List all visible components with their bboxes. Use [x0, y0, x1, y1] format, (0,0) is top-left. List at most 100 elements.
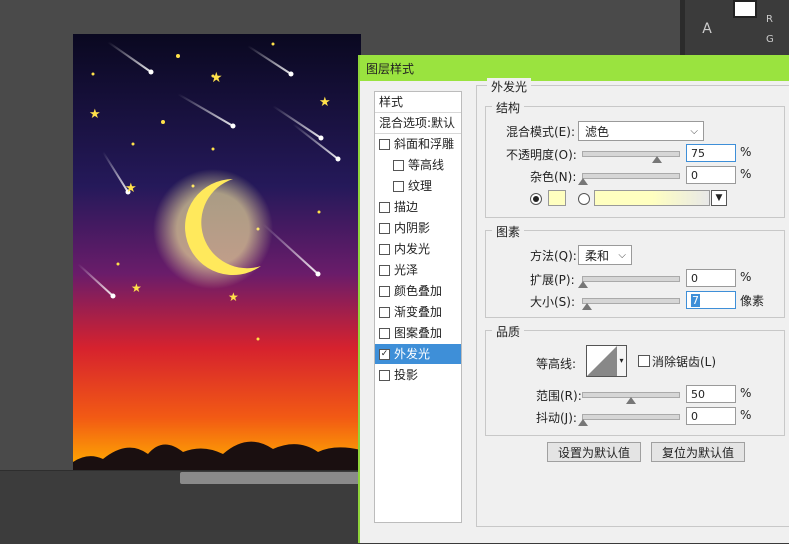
style-list-label: 光泽: [394, 263, 419, 277]
contour-curve-icon: [587, 346, 617, 376]
range-slider-thumb[interactable]: [626, 397, 636, 404]
style-list-item[interactable]: 内阴影: [375, 218, 461, 238]
quality-title: 品质: [492, 323, 525, 340]
color-channel-g-label: G: [766, 34, 774, 45]
canvas-artwork[interactable]: ★ ★ ★ ★ ★ ★: [73, 34, 361, 470]
text-tool-icon[interactable]: A: [698, 20, 716, 38]
reset-default-button[interactable]: 复位为默认值: [651, 442, 745, 462]
style-list-item[interactable]: ✓ 外发光: [375, 344, 461, 364]
opacity-slider-thumb[interactable]: [652, 156, 662, 163]
elements-title: 图素: [492, 223, 525, 240]
style-list-label: 描边: [394, 200, 419, 214]
opacity-unit: %: [740, 145, 752, 159]
style-list-label: 颜色叠加: [394, 284, 443, 298]
contour-dropdown-icon[interactable]: ▾: [617, 345, 627, 377]
spread-slider[interactable]: [582, 276, 680, 282]
range-label: 范围(R):: [536, 389, 582, 403]
blend-mode-select[interactable]: 滤色 ⌵: [578, 121, 704, 141]
style-list-item[interactable]: 混合选项:默认: [375, 113, 461, 134]
opacity-label: 不透明度(O):: [506, 148, 577, 162]
panel-divider: [680, 0, 685, 60]
svg-text:★: ★: [131, 281, 142, 295]
style-checkbox[interactable]: [379, 223, 390, 234]
outer-glow-panel: 外发光 结构 混合模式(E): 滤色 ⌵ 不透明度(O): 75 % 杂色(N)…: [476, 78, 789, 527]
gradient-radio[interactable]: [578, 193, 590, 205]
style-list-item[interactable]: 投影: [375, 365, 461, 385]
style-checkbox[interactable]: [379, 307, 390, 318]
noise-unit: %: [740, 167, 752, 181]
style-list-item[interactable]: 颜色叠加: [375, 281, 461, 301]
style-list-item[interactable]: 光泽: [375, 260, 461, 280]
style-list-item[interactable]: 斜面和浮雕: [375, 134, 461, 154]
style-list-label: 内阴影: [394, 221, 431, 235]
spread-slider-thumb[interactable]: [578, 281, 588, 288]
horizontal-scrollbar[interactable]: [180, 472, 360, 484]
layer-style-dialog: 图层样式 样式混合选项:默认斜面和浮雕等高线纹理描边内阴影内发光光泽颜色叠加渐变…: [358, 55, 789, 543]
size-slider-thumb[interactable]: [582, 303, 592, 310]
size-label: 大小(S):: [530, 295, 576, 309]
style-list-label: 外发光: [394, 347, 431, 361]
quality-group: 品质 等高线: ▾ 消除锯齿(L) 范围(R): 50 % 抖动(J): 0 %: [485, 323, 785, 436]
spread-unit: %: [740, 270, 752, 284]
spread-input[interactable]: 0: [686, 269, 736, 287]
technique-select[interactable]: 柔和 ⌵: [578, 245, 632, 265]
svg-text:★: ★: [89, 107, 101, 122]
gradient-dropdown-icon[interactable]: ▼: [711, 190, 727, 206]
foreground-color-swatch[interactable]: [733, 0, 757, 18]
jitter-slider[interactable]: [582, 414, 680, 420]
style-list-item[interactable]: 图案叠加: [375, 323, 461, 343]
elements-group: 图素 方法(Q): 柔和 ⌵ 扩展(P): 0 % 大小(S): 7 像素: [485, 223, 785, 318]
size-slider[interactable]: [582, 298, 680, 304]
svg-text:★: ★: [319, 95, 331, 110]
jitter-label: 抖动(J):: [536, 411, 577, 425]
svg-text:★: ★: [210, 70, 223, 86]
opacity-slider[interactable]: [582, 151, 680, 157]
style-checkbox[interactable]: [379, 202, 390, 213]
style-checkbox[interactable]: ✓: [379, 349, 390, 360]
style-list-label: 渐变叠加: [394, 305, 443, 319]
noise-input[interactable]: 0: [686, 166, 736, 184]
style-checkbox[interactable]: [393, 160, 404, 171]
glow-color-swatch[interactable]: [548, 190, 566, 206]
noise-slider-thumb[interactable]: [578, 178, 588, 185]
solid-color-radio[interactable]: [530, 193, 542, 205]
dialog-title: 图层样式: [366, 62, 415, 76]
style-list: 样式混合选项:默认斜面和浮雕等高线纹理描边内阴影内发光光泽颜色叠加渐变叠加图案叠…: [374, 91, 462, 523]
style-list-item[interactable]: 内发光: [375, 239, 461, 259]
style-list-item[interactable]: 样式: [375, 92, 461, 113]
jitter-slider-thumb[interactable]: [578, 419, 588, 426]
antialias-label: 消除锯齿(L): [652, 355, 717, 369]
style-checkbox[interactable]: [379, 370, 390, 381]
spread-label: 扩展(P):: [530, 273, 575, 287]
chevron-down-icon: ⌵: [690, 126, 698, 137]
style-list-label: 样式: [379, 95, 404, 109]
noise-slider[interactable]: [582, 173, 680, 179]
glow-gradient-picker[interactable]: ▼: [594, 190, 727, 206]
style-list-item[interactable]: 纹理: [375, 176, 461, 196]
opacity-input[interactable]: 75: [686, 144, 736, 162]
style-checkbox[interactable]: [379, 286, 390, 297]
style-checkbox[interactable]: [379, 265, 390, 276]
size-input[interactable]: 7: [686, 291, 736, 309]
make-default-button[interactable]: 设置为默认值: [547, 442, 641, 462]
style-list-label: 内发光: [394, 242, 431, 256]
chevron-down-icon: ⌵: [618, 250, 626, 261]
dialog-title-bar[interactable]: 图层样式: [360, 55, 789, 81]
contour-preview[interactable]: [586, 345, 618, 377]
jitter-input[interactable]: 0: [686, 407, 736, 425]
style-list-item[interactable]: 等高线: [375, 155, 461, 175]
style-list-item[interactable]: 渐变叠加: [375, 302, 461, 322]
style-list-item[interactable]: 描边: [375, 197, 461, 217]
style-list-label: 斜面和浮雕: [394, 137, 455, 151]
style-list-label: 等高线: [408, 158, 445, 172]
svg-text:★: ★: [228, 290, 239, 304]
style-checkbox[interactable]: [393, 181, 404, 192]
style-list-label: 投影: [394, 368, 419, 382]
style-checkbox[interactable]: [379, 244, 390, 255]
style-list-label: 图案叠加: [394, 326, 443, 340]
range-input[interactable]: 50: [686, 385, 736, 403]
style-checkbox[interactable]: [379, 328, 390, 339]
antialias-checkbox[interactable]: [638, 355, 650, 367]
technique-value: 柔和: [585, 249, 610, 263]
style-checkbox[interactable]: [379, 139, 390, 150]
